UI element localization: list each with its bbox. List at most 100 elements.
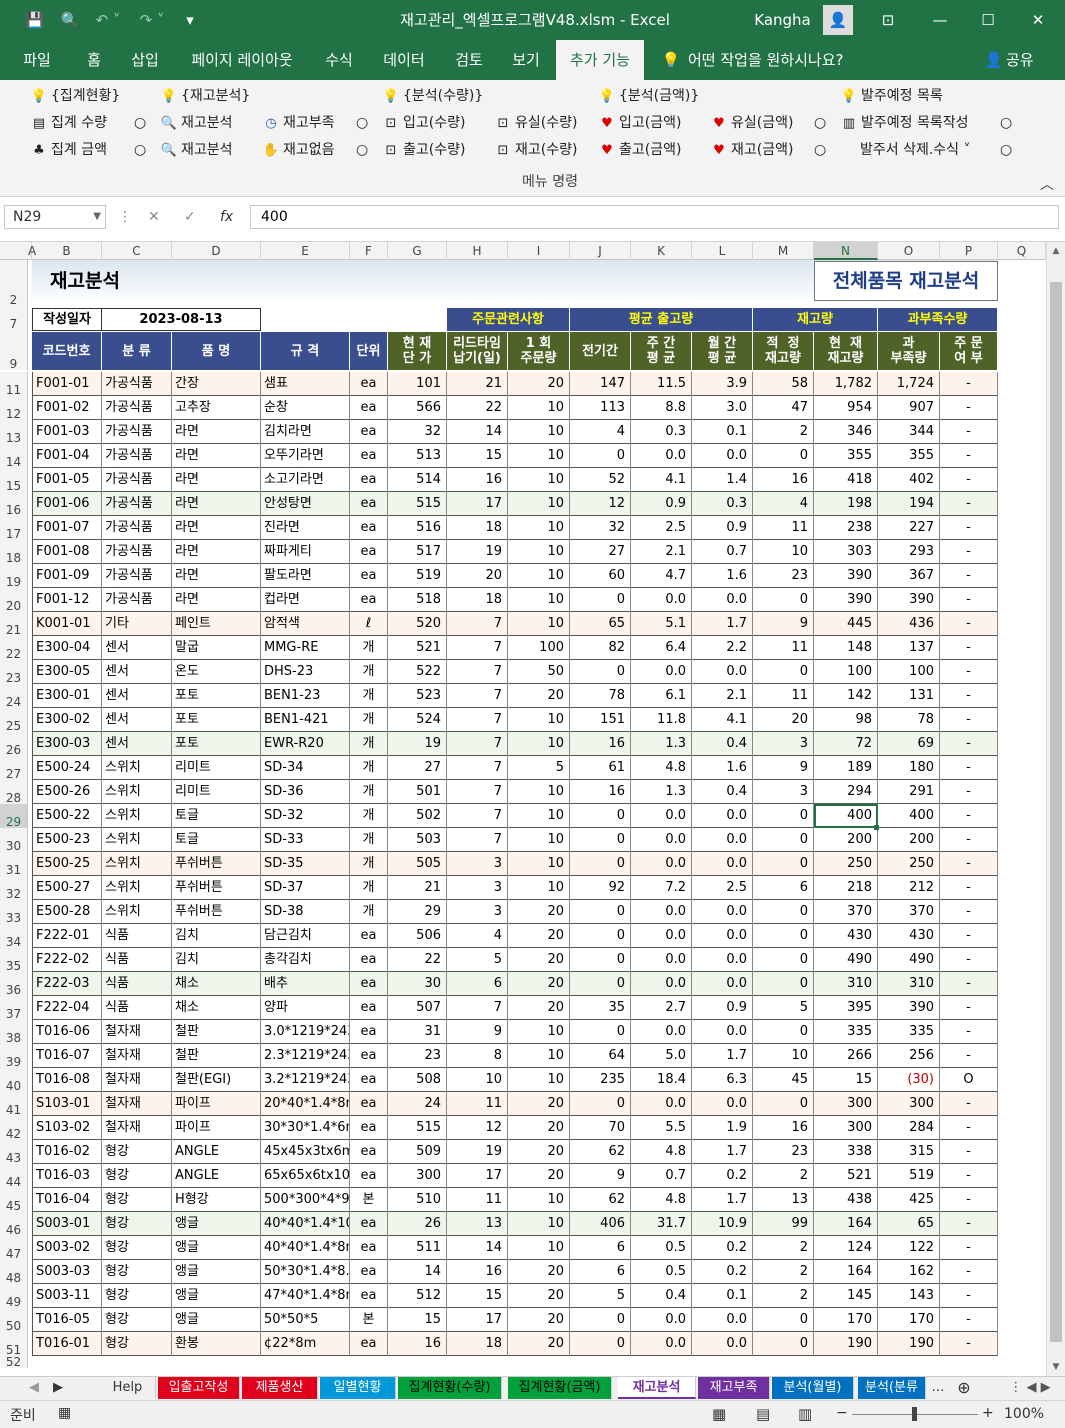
cell-leadtime[interactable]: 13 [447, 1212, 508, 1236]
cell-weekly-avg[interactable]: 5.1 [631, 612, 692, 636]
cell-category[interactable]: 센서 [102, 684, 172, 708]
radio-icon[interactable]: ○ [814, 139, 826, 161]
cell-weekly-avg[interactable]: 0.0 [631, 948, 692, 972]
cell-unit[interactable]: ea [350, 1044, 388, 1068]
cell-current-stock[interactable]: 303 [814, 540, 878, 564]
cell-total-out[interactable]: 27 [570, 540, 631, 564]
cell-leadtime[interactable]: 12 [447, 1116, 508, 1140]
cell-weekly-avg[interactable]: 0.5 [631, 1236, 692, 1260]
cell-order-flag[interactable]: - [940, 1092, 998, 1116]
formula-input[interactable]: 400 [250, 205, 1059, 229]
cell-leadtime[interactable]: 3 [447, 900, 508, 924]
cell-leadtime[interactable]: 18 [447, 588, 508, 612]
cell-monthly-avg[interactable]: 1.4 [692, 468, 753, 492]
cell-leadtime[interactable]: 7 [447, 780, 508, 804]
cell-shortage[interactable]: 315 [878, 1140, 940, 1164]
cell-shortage[interactable]: 100 [878, 660, 940, 684]
cell-leadtime[interactable]: 22 [447, 396, 508, 420]
cell-order-qty[interactable]: 10 [508, 468, 570, 492]
cell-spec[interactable]: 암적색 [261, 612, 350, 636]
cell-total-out[interactable]: 78 [570, 684, 631, 708]
cell-weekly-avg[interactable]: 0.0 [631, 444, 692, 468]
cell-leadtime[interactable]: 6 [447, 972, 508, 996]
cell-leadtime[interactable]: 7 [447, 708, 508, 732]
cell-shortage[interactable]: 400 [878, 804, 940, 828]
cell-unit[interactable]: ea [350, 1068, 388, 1092]
row-header[interactable]: 30 [0, 828, 28, 853]
ribbon-display-icon[interactable]: ⊡ [872, 0, 904, 40]
cell-code[interactable]: F001-07 [32, 516, 102, 540]
cell-category[interactable]: 철자재 [102, 1092, 172, 1116]
cell-item[interactable]: 리미트 [172, 780, 261, 804]
hscroll-arrows[interactable]: ⋮ ◀ ▶ [1000, 1377, 1060, 1399]
sheet-tab[interactable]: 일별현황 [320, 1377, 396, 1399]
btn-stock-analysis-2[interactable]: 🔍 재고분석 [160, 139, 233, 161]
sheet-tab[interactable]: 제품생산 [242, 1377, 318, 1399]
selected-cell[interactable] [814, 804, 878, 828]
cell-order-flag[interactable]: O [940, 1068, 998, 1092]
cell-unit[interactable]: 개 [350, 756, 388, 780]
cell-unit[interactable]: 개 [350, 876, 388, 900]
cell-item[interactable]: 앵글 [172, 1284, 261, 1308]
cell-shortage[interactable]: 200 [878, 828, 940, 852]
cell-shortage[interactable]: 256 [878, 1044, 940, 1068]
cell-total-out[interactable]: 0 [570, 588, 631, 612]
row-header[interactable]: 19 [0, 564, 28, 589]
cell-order-flag[interactable]: - [940, 612, 998, 636]
cell-item[interactable]: 포토 [172, 684, 261, 708]
cell-price[interactable]: 523 [388, 684, 447, 708]
column-header-g[interactable]: G [388, 242, 447, 260]
cell-category[interactable]: 가공식품 [102, 468, 172, 492]
cell-proper-stock[interactable]: 10 [753, 540, 814, 564]
cell-category[interactable]: 가공식품 [102, 420, 172, 444]
cell-price[interactable]: 30 [388, 972, 447, 996]
cell-weekly-avg[interactable]: 0.7 [631, 1164, 692, 1188]
cell-current-stock[interactable]: 98 [814, 708, 878, 732]
cell-code[interactable]: E300-01 [32, 684, 102, 708]
cell-unit[interactable]: ea [350, 1092, 388, 1116]
maximize-button[interactable]: ☐ [968, 0, 1008, 40]
radio-icon[interactable]: ○ [356, 139, 368, 161]
cell-leadtime[interactable]: 7 [447, 804, 508, 828]
cell-shortage[interactable]: 137 [878, 636, 940, 660]
cell-code[interactable]: F001-08 [32, 540, 102, 564]
cell-total-out[interactable]: 0 [570, 972, 631, 996]
cell-code[interactable]: E500-26 [32, 780, 102, 804]
cell-leadtime[interactable]: 7 [447, 996, 508, 1020]
cell-category[interactable]: 형강 [102, 1236, 172, 1260]
cell-shortage[interactable]: 402 [878, 468, 940, 492]
cell-spec[interactable]: 3.0*1219*2438 [261, 1020, 350, 1044]
cell-total-out[interactable]: 52 [570, 468, 631, 492]
cell-shortage[interactable]: 344 [878, 420, 940, 444]
cell-weekly-avg[interactable]: 0.5 [631, 1260, 692, 1284]
cell-total-out[interactable]: 32 [570, 516, 631, 540]
cell-category[interactable]: 가공식품 [102, 396, 172, 420]
cell-leadtime[interactable]: 4 [447, 924, 508, 948]
cell-total-out[interactable]: 65 [570, 612, 631, 636]
menu-analysis-amount[interactable]: 💡 {분석(금액)} [598, 85, 699, 107]
cell-leadtime[interactable]: 17 [447, 1308, 508, 1332]
cell-order-qty[interactable]: 20 [508, 900, 570, 924]
cell-total-out[interactable]: 147 [570, 372, 631, 396]
cell-spec[interactable]: 팔도라면 [261, 564, 350, 588]
cell-spec[interactable]: EWR-R20 [261, 732, 350, 756]
row-header[interactable]: 36 [0, 972, 28, 997]
column-header-f[interactable]: F [350, 242, 388, 260]
cell-code[interactable]: F001-01 [32, 372, 102, 396]
cell-monthly-avg[interactable]: 0.0 [692, 1332, 753, 1356]
cell-shortage[interactable]: 291 [878, 780, 940, 804]
cell-leadtime[interactable]: 17 [447, 492, 508, 516]
cell-shortage[interactable]: 300 [878, 1092, 940, 1116]
cell-price[interactable]: 32 [388, 420, 447, 444]
cell-order-qty[interactable]: 10 [508, 396, 570, 420]
cell-order-qty[interactable]: 20 [508, 996, 570, 1020]
cell-price[interactable]: 23 [388, 1044, 447, 1068]
row-header[interactable]: 43 [0, 1140, 28, 1165]
cell-spec[interactable]: BEN1-23 [261, 684, 350, 708]
menu-stock-analysis[interactable]: 💡 {재고분석} [160, 85, 250, 107]
cell-price[interactable]: 515 [388, 492, 447, 516]
cell-order-flag[interactable]: - [940, 396, 998, 420]
cell-leadtime[interactable]: 11 [447, 1092, 508, 1116]
cell-order-flag[interactable]: - [940, 780, 998, 804]
cell-total-out[interactable]: 235 [570, 1068, 631, 1092]
